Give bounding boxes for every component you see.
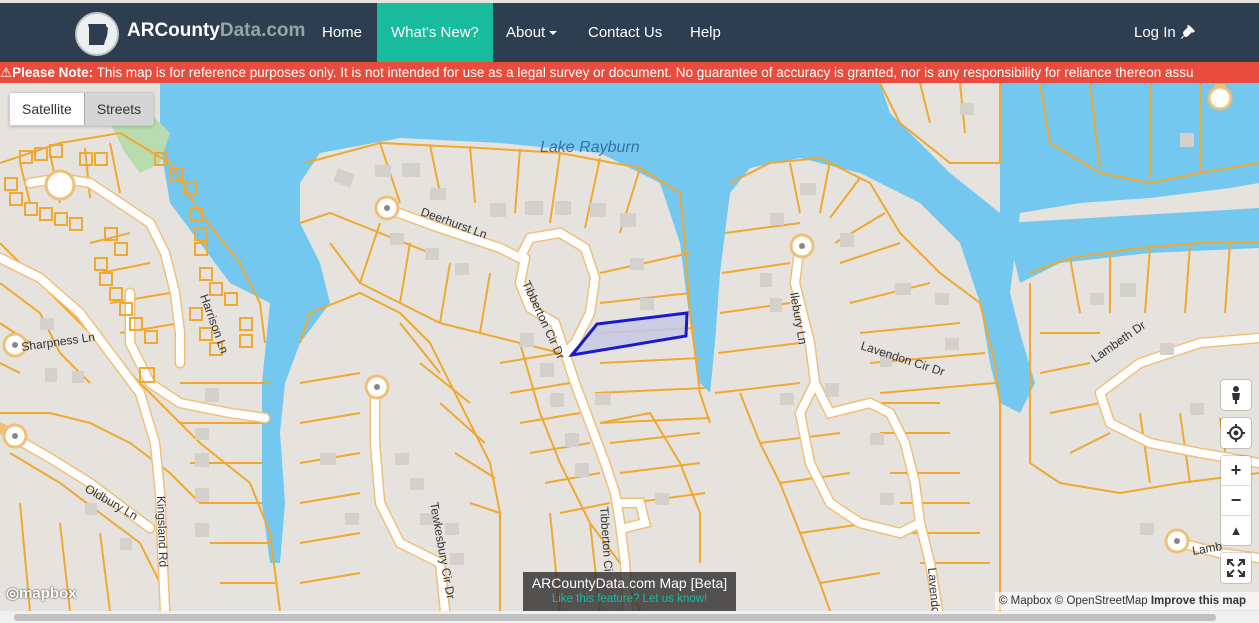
- nav-about-label: About: [506, 24, 546, 41]
- mapbox-logo-icon: ◎: [6, 585, 20, 602]
- nav-about-dropdown[interactable]: About: [506, 3, 558, 62]
- disclaimer-label: Please Note:: [12, 65, 94, 80]
- brand-logo-text[interactable]: ARCountyData.com: [127, 20, 305, 42]
- fullscreen-button[interactable]: [1221, 553, 1251, 583]
- map-caption-box: ARCountyData.com Map [Beta] Like this fe…: [523, 572, 736, 612]
- fullscreen-icon: [1227, 559, 1245, 577]
- disclaimer-text: This map is for reference purposes only.…: [93, 65, 1194, 80]
- street-label-kingsland: Kingsland Rd: [154, 496, 170, 568]
- nav-login-label: Log In: [1134, 24, 1176, 41]
- streets-button[interactable]: Streets: [83, 93, 154, 125]
- zoom-controls: + − ▲: [1221, 456, 1251, 545]
- improve-map-link[interactable]: Improve this map: [1151, 595, 1246, 607]
- geolocate-button[interactable]: [1221, 418, 1251, 448]
- lake-label: Lake Rayburn: [540, 139, 640, 156]
- scrollbar-thumb[interactable]: [14, 614, 1216, 621]
- basemap-toggle: Satellite Streets: [9, 92, 155, 126]
- parcel-map[interactable]: Lake Rayburn Deerhurst Ln Tibberton Cir …: [0, 83, 1259, 611]
- top-navbar: ARCountyData.com Home What's New? About …: [0, 3, 1259, 62]
- person-icon: [1232, 386, 1240, 404]
- zoom-in-button[interactable]: +: [1221, 456, 1251, 486]
- map-attribution: © Mapbox © OpenStreetMap Improve this ma…: [995, 592, 1259, 610]
- caret-down-icon: [549, 31, 558, 36]
- attribution-text[interactable]: © Mapbox © OpenStreetMap: [999, 595, 1151, 607]
- nav-whats-new-label: What's New?: [391, 24, 479, 41]
- nav-whats-new[interactable]: What's New?: [377, 3, 493, 62]
- nav-help[interactable]: Help: [690, 3, 721, 62]
- crosshair-icon: [1227, 424, 1245, 442]
- nav-contact[interactable]: Contact Us: [588, 3, 662, 62]
- warning-icon: ⚠: [0, 65, 13, 80]
- street-view-button[interactable]: [1221, 380, 1251, 410]
- arkansas-logo-icon[interactable]: [75, 12, 119, 56]
- satellite-button[interactable]: Satellite: [10, 93, 84, 125]
- map-canvas[interactable]: Lake Rayburn Deerhurst Ln Tibberton Cir …: [0, 83, 1259, 611]
- nav-contact-label: Contact Us: [588, 24, 663, 41]
- zoom-out-button[interactable]: −: [1221, 486, 1251, 516]
- map-caption-title: ARCountyData.com Map [Beta]: [531, 575, 728, 591]
- compass-north-button[interactable]: ▲: [1221, 516, 1251, 545]
- plug-icon: [1180, 25, 1195, 40]
- feedback-link[interactable]: Like this feature? Let us know!: [523, 593, 736, 605]
- mapbox-logo-text: mapbox: [19, 585, 77, 602]
- nav-home[interactable]: Home: [322, 3, 362, 62]
- brand-dim: Data.com: [219, 20, 306, 41]
- brand-main: ARCounty: [127, 20, 220, 41]
- nav-login[interactable]: Log In: [1134, 3, 1196, 62]
- nav-home-label: Home: [322, 24, 363, 41]
- disclaimer-bar: ⚠Please Note: This map is for reference …: [0, 62, 1259, 83]
- mapbox-logo[interactable]: ◎mapbox: [6, 584, 77, 602]
- nav-help-label: Help: [690, 24, 721, 41]
